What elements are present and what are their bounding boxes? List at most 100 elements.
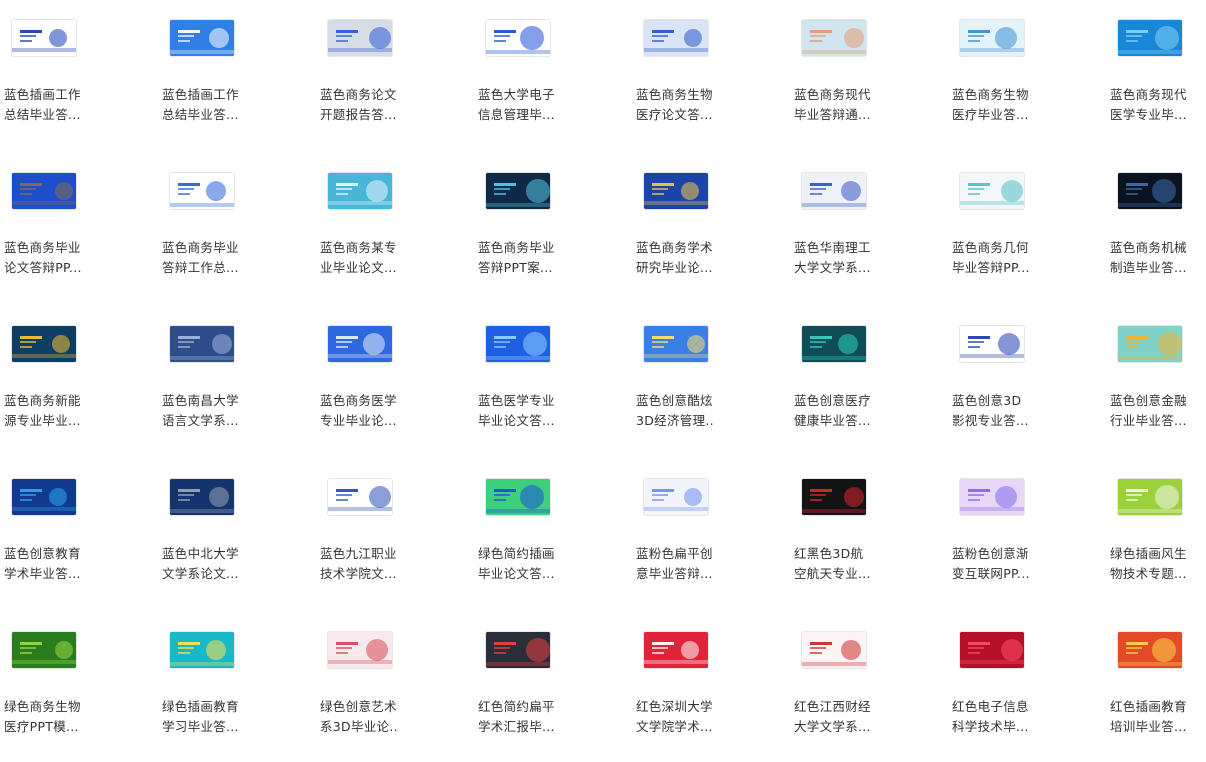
file-thumbnail[interactable] [328,326,392,362]
file-item[interactable]: 蓝色华南理工 大学文学系... [790,153,948,303]
file-thumbnail-icon [960,20,1024,56]
file-item[interactable]: 绿色插画教育 学习毕业答... [158,612,316,762]
file-thumbnail[interactable] [486,326,550,362]
file-item[interactable]: 蓝色商务生物 医疗毕业答... [948,0,1106,150]
file-thumbnail[interactable] [170,632,234,668]
file-name: 蓝色商务毕业 论文答辩PP... [4,238,92,278]
file-name-line-1: 绿色商务生物 [4,699,81,714]
file-thumbnail-icon [1118,326,1182,362]
file-item[interactable]: 红色深圳大学 文学院学术... [632,612,790,762]
file-item[interactable]: 红色江西财经 大学文学系... [790,612,948,762]
file-thumbnail[interactable] [644,632,708,668]
file-name-line-2: 空航天专业... [794,566,871,581]
file-name-line-2: 毕业答辩PP... [952,260,1030,275]
file-name-line-1: 蓝色插画工作 [4,87,81,102]
file-thumbnail[interactable] [1118,479,1182,515]
file-item[interactable]: 蓝粉色创意渐 变互联网PP... [948,459,1106,609]
file-thumbnail[interactable] [802,20,866,56]
file-item[interactable]: 蓝色中北大学 文学系论文... [158,459,316,609]
file-item[interactable]: 蓝色商务生物 医疗论文答... [632,0,790,150]
file-item[interactable]: 蓝色创意3D 影视专业答... [948,306,1106,456]
file-item[interactable]: 蓝色商务几何 毕业答辩PP... [948,153,1106,303]
file-thumbnail[interactable] [12,479,76,515]
file-thumbnail[interactable] [486,479,550,515]
file-item[interactable]: 蓝色商务学术 研究毕业论... [632,153,790,303]
file-item[interactable]: 蓝色南昌大学 语言文学系... [158,306,316,456]
file-thumbnail[interactable] [960,326,1024,362]
file-thumbnail[interactable] [170,20,234,56]
file-thumbnail[interactable] [1118,173,1182,209]
file-thumbnail[interactable] [12,20,76,56]
file-name: 蓝色商务现代 毕业答辩通... [794,85,882,125]
file-thumbnail[interactable] [644,20,708,56]
file-item[interactable]: 红黑色3D航 空航天专业... [790,459,948,609]
file-name-line-1: 红黑色3D航 [794,546,864,561]
file-thumbnail[interactable] [12,173,76,209]
file-item[interactable]: 蓝色插画工作 总结毕业答... [0,0,158,150]
file-thumbnail[interactable] [486,173,550,209]
file-item[interactable]: 蓝色创意教育 学术毕业答... [0,459,158,609]
file-thumbnail[interactable] [12,632,76,668]
file-item[interactable]: 蓝色商务机械 制造毕业答... [1106,153,1206,303]
file-thumbnail[interactable] [644,326,708,362]
file-name-line-1: 蓝色商务学术 [636,240,713,255]
file-item[interactable]: 蓝色插画工作 总结毕业答... [158,0,316,150]
file-thumbnail[interactable] [12,326,76,362]
file-item[interactable]: 蓝色商务毕业 答辩PPT案... [474,153,632,303]
file-thumbnail[interactable] [328,173,392,209]
file-thumbnail[interactable] [170,479,234,515]
file-item[interactable]: 蓝色商务毕业 论文答辩PP... [0,153,158,303]
file-item[interactable]: 绿色简约插画 毕业论文答... [474,459,632,609]
file-name: 蓝色创意医疗 健康毕业答... [794,391,882,431]
file-item[interactable]: 蓝粉色扁平创 意毕业答辩... [632,459,790,609]
file-item[interactable]: 蓝色商务现代 毕业答辩通... [790,0,948,150]
file-thumbnail-icon [328,173,392,209]
file-item[interactable]: 红色插画教育 培训毕业答... [1106,612,1206,762]
file-item[interactable]: 蓝色商务毕业 答辩工作总... [158,153,316,303]
file-name: 蓝色商务生物 医疗毕业答... [952,85,1040,125]
file-item[interactable]: 蓝色九江职业 技术学院文... [316,459,474,609]
file-name-line-2: 专业毕业论... [320,413,397,428]
file-item[interactable]: 蓝色商务论文 开题报告答... [316,0,474,150]
file-name-line-2: 研究毕业论... [636,260,713,275]
file-thumbnail[interactable] [1118,326,1182,362]
file-item[interactable]: 蓝色商务医学 专业毕业论... [316,306,474,456]
file-thumbnail[interactable] [644,479,708,515]
file-item[interactable]: 蓝色商务现代 医学专业毕... [1106,0,1206,150]
file-item[interactable]: 红色简约扁平 学术汇报毕... [474,612,632,762]
file-thumbnail[interactable] [328,479,392,515]
file-thumbnail[interactable] [960,479,1024,515]
file-thumbnail[interactable] [486,20,550,56]
file-item[interactable]: 绿色商务生物 医疗PPT模... [0,612,158,762]
file-item[interactable]: 蓝色商务新能 源专业毕业... [0,306,158,456]
file-thumbnail[interactable] [802,632,866,668]
file-thumbnail[interactable] [170,326,234,362]
file-thumbnail[interactable] [802,326,866,362]
file-name: 蓝色商务生物 医疗论文答... [636,85,724,125]
file-thumbnail[interactable] [486,632,550,668]
file-item[interactable]: 红色电子信息 科学技术毕... [948,612,1106,762]
file-item[interactable]: 绿色插画风生 物技术专题... [1106,459,1206,609]
file-item[interactable]: 绿色创意艺术 系3D毕业论.. [316,612,474,762]
file-name-line-1: 蓝色商务现代 [1110,87,1187,102]
file-thumbnail[interactable] [328,20,392,56]
file-thumbnail[interactable] [960,632,1024,668]
file-thumbnail[interactable] [170,173,234,209]
file-name-line-1: 蓝色中北大学 [162,546,239,561]
file-thumbnail[interactable] [644,173,708,209]
file-item[interactable]: 蓝色大学电子 信息管理毕... [474,0,632,150]
file-thumbnail[interactable] [802,173,866,209]
file-item[interactable]: 蓝色创意金融 行业毕业答... [1106,306,1206,456]
file-thumbnail[interactable] [802,479,866,515]
file-thumbnail[interactable] [328,632,392,668]
file-thumbnail-icon [486,173,550,209]
file-name: 蓝色华南理工 大学文学系... [794,238,882,278]
file-thumbnail[interactable] [1118,632,1182,668]
file-thumbnail[interactable] [960,173,1024,209]
file-thumbnail[interactable] [960,20,1024,56]
file-item[interactable]: 蓝色创意酷炫 3D经济管理.. [632,306,790,456]
file-item[interactable]: 蓝色创意医疗 健康毕业答... [790,306,948,456]
file-item[interactable]: 蓝色医学专业 毕业论文答... [474,306,632,456]
file-thumbnail[interactable] [1118,20,1182,56]
file-item[interactable]: 蓝色商务某专 业毕业论文... [316,153,474,303]
